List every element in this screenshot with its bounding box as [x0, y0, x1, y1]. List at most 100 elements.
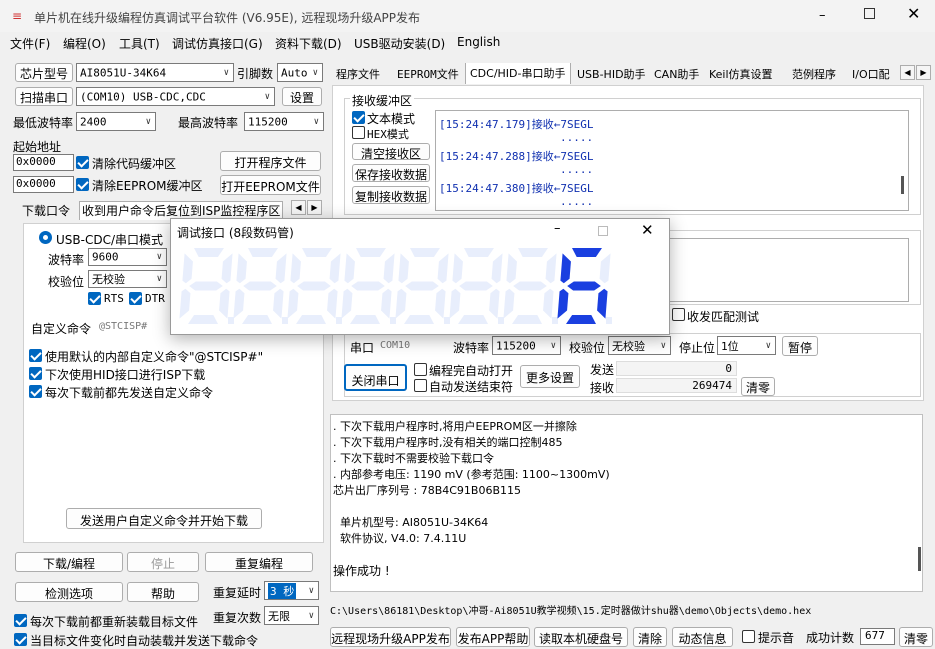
repeat-times-select[interactable]: 无限 ∨	[264, 606, 319, 625]
stop-bits-select[interactable]: 1位 ∨	[717, 336, 776, 355]
tab-download-password[interactable]: 下载口令	[22, 202, 70, 219]
segment-minimize-icon[interactable]: –	[554, 221, 561, 236]
digit-7-segment-a	[518, 248, 548, 257]
digit-5-segment-e	[395, 288, 407, 319]
digit-3-segment-c	[327, 288, 338, 319]
digit-2-segment-g	[243, 281, 277, 291]
recv-scrollbar[interactable]	[901, 176, 904, 194]
open-eeprom-file-button[interactable]: 打开EEPROM文件	[220, 175, 321, 195]
clear-count-button[interactable]: 清零	[741, 377, 775, 396]
hex-mode-checkbox[interactable]	[352, 126, 365, 139]
menu-debug[interactable]: 调试仿真接口(G)	[172, 35, 263, 52]
menu-usb-driver[interactable]: USB驱动安装(D)	[354, 35, 445, 52]
digit-1-segment-d	[188, 315, 218, 324]
open-program-file-button[interactable]: 打开程序文件	[220, 151, 321, 171]
repeat-delay-select[interactable]: 3 秒 ∨	[264, 581, 319, 600]
menu-tools[interactable]: 工具(T)	[119, 35, 160, 52]
tab-usb-hid[interactable]: USB-HID助手	[573, 63, 650, 83]
tab-program-file[interactable]: 程序文件	[332, 63, 384, 83]
segment-close-icon[interactable]: ✕	[641, 221, 654, 239]
default-cmd-checkbox[interactable]	[29, 349, 42, 362]
menu-download[interactable]: 资料下载(D)	[275, 35, 342, 52]
clear-code-checkbox[interactable]	[76, 156, 89, 169]
mode-parity-select[interactable]: 无校验 ∨	[88, 270, 167, 288]
maximize-icon[interactable]	[864, 8, 875, 19]
repeat-delay-label: 重复延时	[213, 586, 262, 600]
dtr-checkbox[interactable]	[129, 292, 142, 305]
auto-end-checkbox[interactable]	[414, 379, 427, 392]
publish-help-button[interactable]: 发布APP帮助	[456, 627, 530, 647]
segment-maximize-icon[interactable]	[598, 226, 608, 236]
eeprom-address-input[interactable]: 0x0000	[13, 176, 74, 193]
serial-parity-select[interactable]: 无校验 ∨	[608, 336, 671, 355]
more-settings-button[interactable]: 更多设置	[520, 365, 580, 388]
check-options-button[interactable]: 检测选项	[15, 582, 123, 602]
menu-english[interactable]: English	[457, 35, 500, 49]
publish-app-button[interactable]: 远程现场升级APP发布	[330, 627, 451, 647]
port-settings-button[interactable]: 设置	[282, 87, 322, 106]
tab-io-config[interactable]: I/O口配	[848, 63, 894, 83]
help-button[interactable]: 帮助	[127, 582, 199, 602]
tab-serial-assistant[interactable]: CDC/HID-串口助手	[465, 63, 571, 84]
reload-target-checkbox[interactable]	[14, 614, 27, 627]
recv-textarea[interactable]: [15:24:47.179]接收←7SEGL ..... [15:24:47.2…	[435, 110, 909, 211]
match-test-checkbox[interactable]	[672, 308, 685, 321]
tab-keil[interactable]: Keil仿真设置	[705, 63, 777, 83]
right-tab-scroll-left-icon[interactable]: ◀	[900, 65, 915, 80]
code-address-input[interactable]: 0x0000	[13, 154, 74, 171]
clear-eeprom-checkbox[interactable]	[76, 178, 89, 191]
clear-log-button[interactable]: 清除	[633, 627, 667, 647]
scan-port-button[interactable]: 扫描串口	[15, 87, 73, 106]
min-baud-select[interactable]: 2400 ∨	[76, 112, 156, 131]
mode-baud-label: 波特率	[48, 253, 85, 267]
right-tab-scroll-right-icon[interactable]: ▶	[916, 65, 931, 80]
custom-cmd-input[interactable]: @STCISP#	[99, 321, 147, 332]
chip-model-button[interactable]: 芯片型号	[15, 63, 73, 82]
clear-recv-button[interactable]: 清空接收区	[352, 143, 430, 160]
save-recv-button[interactable]: 保存接收数据	[352, 164, 430, 182]
max-baud-select[interactable]: 115200 ∨	[244, 112, 324, 131]
log-scrollbar[interactable]	[918, 547, 921, 571]
serial-baud-select[interactable]: 115200 ∨	[492, 336, 561, 355]
send-cmd-checkbox[interactable]	[29, 385, 42, 398]
mode-baud-select[interactable]: 9600 ∨	[88, 248, 167, 266]
tab-examples[interactable]: 范例程序	[788, 63, 840, 83]
tab-eeprom-file[interactable]: EEPROM文件	[393, 63, 463, 83]
rts-checkbox[interactable]	[88, 292, 101, 305]
send-custom-cmd-button[interactable]: 发送用户自定义命令并开始下载	[66, 508, 262, 529]
digit-5-segment-d	[404, 315, 434, 324]
clear-success-button[interactable]: 清零	[899, 627, 933, 647]
stop-button[interactable]: 停止	[127, 552, 199, 572]
digit-3-segment-f	[290, 253, 301, 284]
log-area[interactable]: . 下次下载用户程序时,将用户EEPROM区一并擦除 . 下次下载用户程序时,没…	[330, 414, 923, 592]
tab-scroll-left-icon[interactable]: ◀	[291, 200, 306, 215]
close-port-button[interactable]: 关闭串口	[344, 364, 407, 391]
copy-recv-button[interactable]: 复制接收数据	[352, 186, 430, 204]
digit-4-segment-c	[381, 288, 392, 319]
repeat-program-button[interactable]: 重复编程	[205, 552, 313, 572]
chip-model-select[interactable]: AI8051U-34K64 ∨	[76, 63, 234, 82]
recv-line: [15:24:47.380]接收←7SEGL	[439, 182, 594, 195]
download-program-button[interactable]: 下载/编程	[15, 552, 123, 572]
read-disk-button[interactable]: 读取本机硬盘号	[534, 627, 628, 647]
menu-program[interactable]: 编程(O)	[63, 35, 106, 52]
serial-port-value[interactable]: COM10	[380, 340, 410, 351]
digit-5-dp-segment	[444, 317, 450, 324]
app-icon: ≡	[12, 9, 23, 23]
dynamic-info-button[interactable]: 动态信息	[672, 627, 733, 647]
close-icon[interactable]: ✕	[907, 4, 920, 23]
port-select[interactable]: (COM10) USB-CDC,CDC ∨	[76, 87, 275, 106]
tab-scroll-right-icon[interactable]: ▶	[307, 200, 322, 215]
usb-cdc-radio[interactable]	[39, 231, 52, 244]
minimize-icon[interactable]: –	[819, 8, 826, 23]
beep-checkbox[interactable]	[742, 630, 755, 643]
auto-open-checkbox[interactable]	[414, 363, 427, 376]
custom-cmd-label: 自定义命令	[31, 322, 92, 336]
pause-button[interactable]: 暂停	[782, 336, 818, 356]
hid-isp-checkbox[interactable]	[29, 367, 42, 380]
text-mode-checkbox[interactable]	[352, 111, 365, 124]
menu-file[interactable]: 文件(F)	[10, 35, 50, 52]
pin-count-select[interactable]: Auto ∨	[277, 63, 323, 82]
tab-can[interactable]: CAN助手	[650, 63, 703, 83]
auto-load-checkbox[interactable]	[14, 633, 27, 646]
